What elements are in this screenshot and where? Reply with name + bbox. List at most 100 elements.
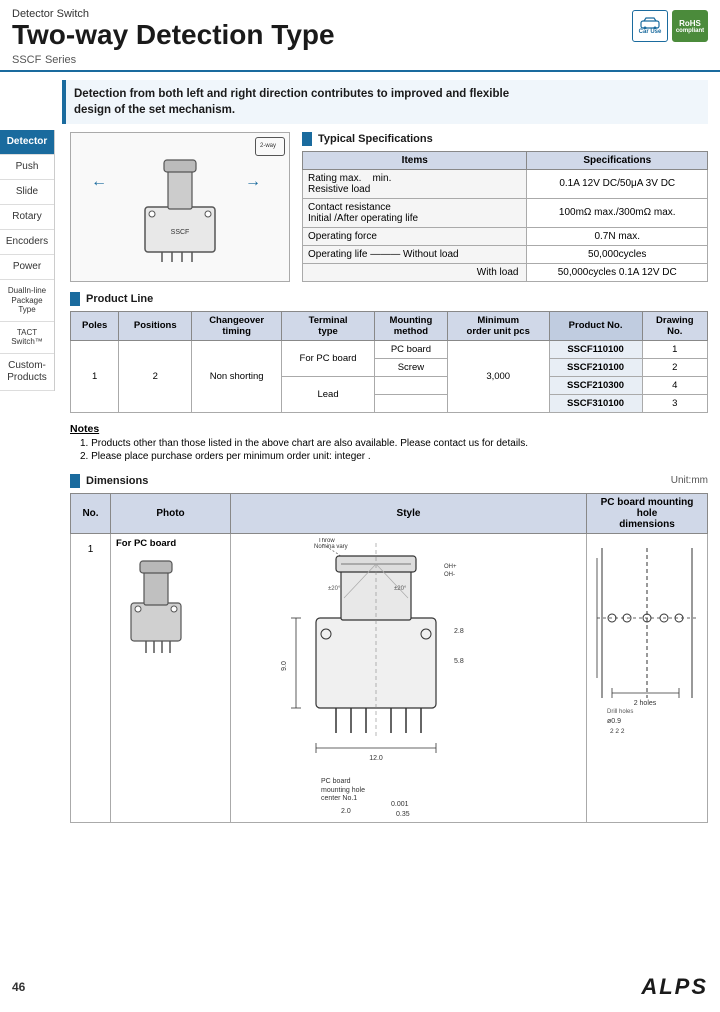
two-way-badge: 2-way: [255, 137, 285, 156]
svg-text:2 holes: 2 holes: [634, 700, 657, 707]
sidebar-item-push[interactable]: Push: [0, 155, 54, 180]
rohs-badge: RoHS compliant: [672, 10, 708, 42]
table-row: Operating force 0.7N max.: [303, 227, 708, 245]
spec-value: 0.1A 12V DC/50μA 3V DC: [527, 169, 708, 198]
sidebar-item-rotary[interactable]: Rotary: [0, 205, 54, 230]
sidebar: Detector Push Slide Rotary Encoders Powe…: [0, 130, 55, 391]
spec-value: 100mΩ max./300mΩ max.: [527, 198, 708, 227]
changeover-cell: Non shorting: [192, 340, 282, 412]
dimensions-header: Dimensions Unit:mm: [70, 474, 708, 488]
photo-cell-content: For PC board: [116, 538, 225, 663]
svg-text:ø0.9: ø0.9: [607, 718, 621, 725]
svg-text:12.0: 12.0: [369, 755, 383, 762]
notes-item-1: 1. Products other than those listed in t…: [80, 438, 708, 449]
dimensions-title-row: Dimensions: [70, 474, 148, 488]
arrow-left-icon: ←: [91, 173, 107, 191]
row-pcb-holes: 2 holes ø0.9 Drill holes 2 2 2: [587, 533, 708, 822]
row-style: 9.0 12.0 Throw Nomina vary: [231, 533, 587, 822]
two-way-icon: 2-way: [259, 139, 281, 151]
sidebar-item-detector[interactable]: Detector: [0, 130, 54, 155]
alps-logo: ALPS: [641, 974, 708, 1000]
sidebar-item-slide[interactable]: Slide: [0, 180, 54, 205]
col-product-no: Product No.: [549, 311, 642, 340]
drawing-no-cell: 1: [642, 340, 707, 358]
switch-diagram: SSCF: [110, 152, 250, 262]
product-no-cell: SSCF210100: [549, 358, 642, 376]
notes-item-2: 2. Please place purchase orders per mini…: [80, 451, 708, 462]
sidebar-item-custom[interactable]: Custom-Products: [0, 354, 54, 391]
svg-text:5.8: 5.8: [454, 658, 464, 665]
svg-text:2 2 2: 2 2 2: [610, 728, 625, 735]
pcb-holes-svg: 2 holes ø0.9 Drill holes 2 2 2: [592, 538, 702, 738]
notes-section: Notes 1. Products other than those liste…: [70, 423, 708, 462]
page-footer: 46 ALPS: [12, 974, 708, 1000]
dimensions-title: Dimensions: [86, 475, 148, 487]
table-row: Contact resistanceInitial /After operati…: [303, 198, 708, 227]
svg-text:PC board: PC board: [321, 778, 351, 785]
arrow-right-icon: →: [245, 173, 261, 191]
svg-text:center No.1: center No.1: [321, 795, 357, 802]
poles-cell: 1: [71, 340, 119, 412]
section-header-box: [70, 292, 80, 306]
product-line-table: Poles Positions Changeovertiming Termina…: [70, 311, 708, 413]
specs-section-header: Typical Specifications: [302, 132, 708, 146]
sidebar-item-dualinline[interactable]: DualIn-line Package Type: [0, 280, 54, 322]
table-row: With load 50,000cycles 0.1A 12V DC: [303, 263, 708, 281]
table-row: 1 For PC board: [71, 533, 708, 822]
svg-text:9.0: 9.0: [281, 661, 288, 671]
col-positions: Positions: [119, 311, 192, 340]
spec-label: With load: [303, 263, 527, 281]
svg-text:±20°: ±20°: [394, 586, 407, 592]
spec-label: Operating force: [303, 227, 527, 245]
sidebar-item-encoders[interactable]: Encoders: [0, 230, 54, 255]
col-changeover: Changeovertiming: [192, 311, 282, 340]
svg-text:2.0: 2.0: [341, 808, 351, 815]
table-row: Rating max. min.Resistive load 0.1A 12V …: [303, 169, 708, 198]
svg-text:OH+: OH+: [444, 564, 457, 570]
svg-text:0.001: 0.001: [391, 801, 409, 808]
positions-cell: 2: [119, 340, 192, 412]
spec-value: 50,000cycles 0.1A 12V DC: [527, 263, 708, 281]
badges-container: Car Use RoHS compliant: [632, 10, 708, 42]
header-main-title: Two-way Detection Type: [12, 20, 708, 51]
dimension-drawing: 9.0 12.0 Throw Nomina vary: [236, 538, 576, 818]
table-row: 1 2 Non shorting For PC board PC board 3…: [71, 340, 708, 358]
product-no-cell: SSCF110100: [549, 340, 642, 358]
col-min-order: Minimumorder unit pcs: [447, 311, 549, 340]
section-header-box: [70, 474, 80, 488]
svg-text:Nomina vary: Nomina vary: [314, 544, 348, 550]
mounting-cell: [375, 376, 448, 394]
col-mounting: Mountingmethod: [375, 311, 448, 340]
dimensions-section: Dimensions Unit:mm No. Photo Style PC bo…: [70, 474, 708, 823]
mounting-cell: [375, 394, 448, 412]
svg-text:SSCF: SSCF: [171, 229, 190, 236]
col-poles: Poles: [71, 311, 119, 340]
notes-title: Notes: [70, 423, 708, 435]
product-line-title: Product Line: [86, 293, 153, 305]
page-number: 46: [12, 980, 25, 994]
header-series: SSCF Series: [12, 51, 708, 66]
svg-text:2.8: 2.8: [454, 628, 464, 635]
sidebar-item-tact[interactable]: TACT Switch™: [0, 322, 54, 354]
col-drawing-no: DrawingNo.: [642, 311, 707, 340]
col-photo: Photo: [111, 493, 231, 533]
svg-text:±20°: ±20°: [328, 586, 341, 592]
dimensions-table: No. Photo Style PC board mounting holedi…: [70, 493, 708, 823]
main-content: 2-way ← → SSCF: [62, 132, 720, 835]
svg-text:Drill holes: Drill holes: [607, 709, 633, 715]
specs-section: Typical Specifications Items Specificati…: [302, 132, 708, 282]
blue-banner: Detection from both left and right direc…: [62, 80, 708, 124]
terminal-cell: For PC board: [282, 340, 375, 376]
product-no-cell: SSCF210300: [549, 376, 642, 394]
col-terminal: Terminaltype: [282, 311, 375, 340]
product-no-cell: SSCF310100: [549, 394, 642, 412]
row-photo: For PC board: [111, 533, 231, 822]
specs-section-title: Typical Specifications: [318, 133, 433, 145]
section-header-box: [302, 132, 312, 146]
table-row: Operating life ——— Without load 50,000cy…: [303, 245, 708, 263]
terminal-cell: Lead: [282, 376, 375, 412]
svg-text:2-way: 2-way: [260, 143, 276, 149]
photo-svg: [116, 553, 196, 663]
sidebar-item-power[interactable]: Power: [0, 255, 54, 280]
min-order-cell: 3,000: [447, 340, 549, 412]
